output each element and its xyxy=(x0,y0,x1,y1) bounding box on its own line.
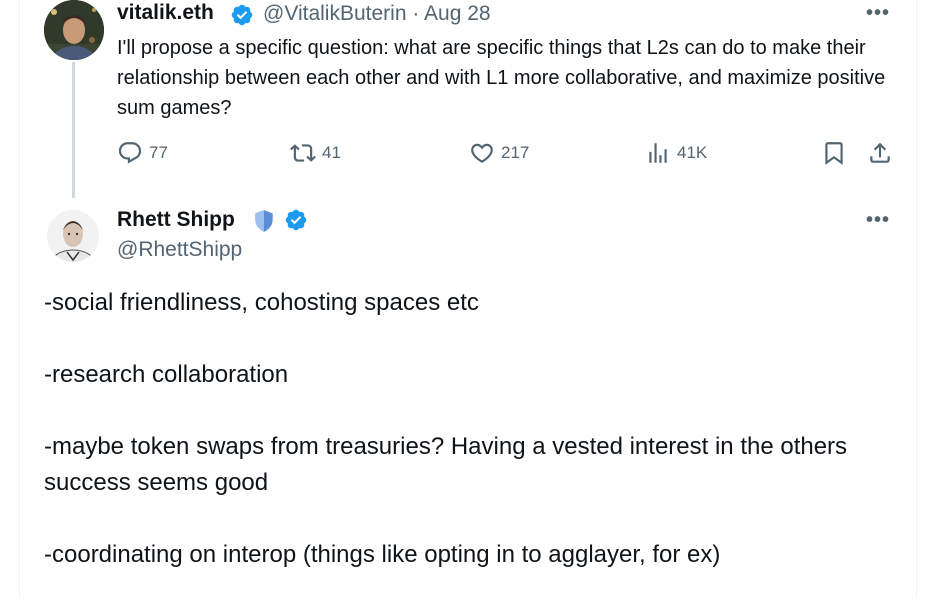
tweet-actions-bar: 77 41 217 41K xyxy=(0,140,943,170)
reply-count: 77 xyxy=(149,143,168,162)
avatar-rhett[interactable] xyxy=(47,210,99,262)
repost-count: 41 xyxy=(322,143,341,162)
reply-author-handle[interactable]: @RhettShipp xyxy=(117,238,242,262)
tweet-date[interactable]: Aug 28 xyxy=(424,2,491,25)
reply-author-name[interactable]: Rhett Shipp xyxy=(117,208,235,232)
like-button[interactable]: 217 xyxy=(469,140,529,166)
author-handle-text[interactable]: @VitalikButerin xyxy=(263,2,407,25)
like-count: 217 xyxy=(501,143,530,162)
reply-paragraph: -social friendliness, cohosting spaces e… xyxy=(44,289,479,316)
tweet-text: I'll propose a specific question: what a… xyxy=(117,37,886,119)
views-count: 41K xyxy=(677,143,708,162)
repost-button[interactable]: 41 xyxy=(290,140,341,166)
separator: · xyxy=(412,2,420,25)
reply-more-options-button[interactable]: ••• xyxy=(866,209,890,232)
reply-text: -social friendliness, cohosting spaces e… xyxy=(44,285,904,609)
views-button[interactable]: 41K xyxy=(645,140,707,166)
share-button[interactable] xyxy=(867,140,899,166)
share-icon xyxy=(870,142,890,163)
reply-button[interactable]: 77 xyxy=(117,140,168,166)
shield-icon xyxy=(251,208,277,239)
author-handle[interactable]: @VitalikButerin · Aug 28 xyxy=(263,2,491,26)
thread-connector-line xyxy=(72,62,75,198)
reply-paragraph: -coordinating on interop (things like op… xyxy=(44,541,721,568)
author-name[interactable]: vitalik.eth xyxy=(117,1,214,25)
verified-badge-icon xyxy=(284,208,308,237)
more-options-button[interactable]: ••• xyxy=(866,2,890,25)
views-icon xyxy=(649,143,667,163)
like-icon xyxy=(471,143,493,163)
bookmark-icon xyxy=(825,142,843,165)
verified-badge-icon xyxy=(230,3,254,32)
avatar-vitalik[interactable] xyxy=(44,0,104,60)
reply-paragraph: -maybe token swaps from treasuries? Havi… xyxy=(44,433,848,496)
bookmark-button[interactable] xyxy=(821,140,853,166)
reply-paragraph: -research collaboration xyxy=(44,361,289,388)
repost-icon xyxy=(290,144,316,162)
reply-icon xyxy=(118,142,142,164)
